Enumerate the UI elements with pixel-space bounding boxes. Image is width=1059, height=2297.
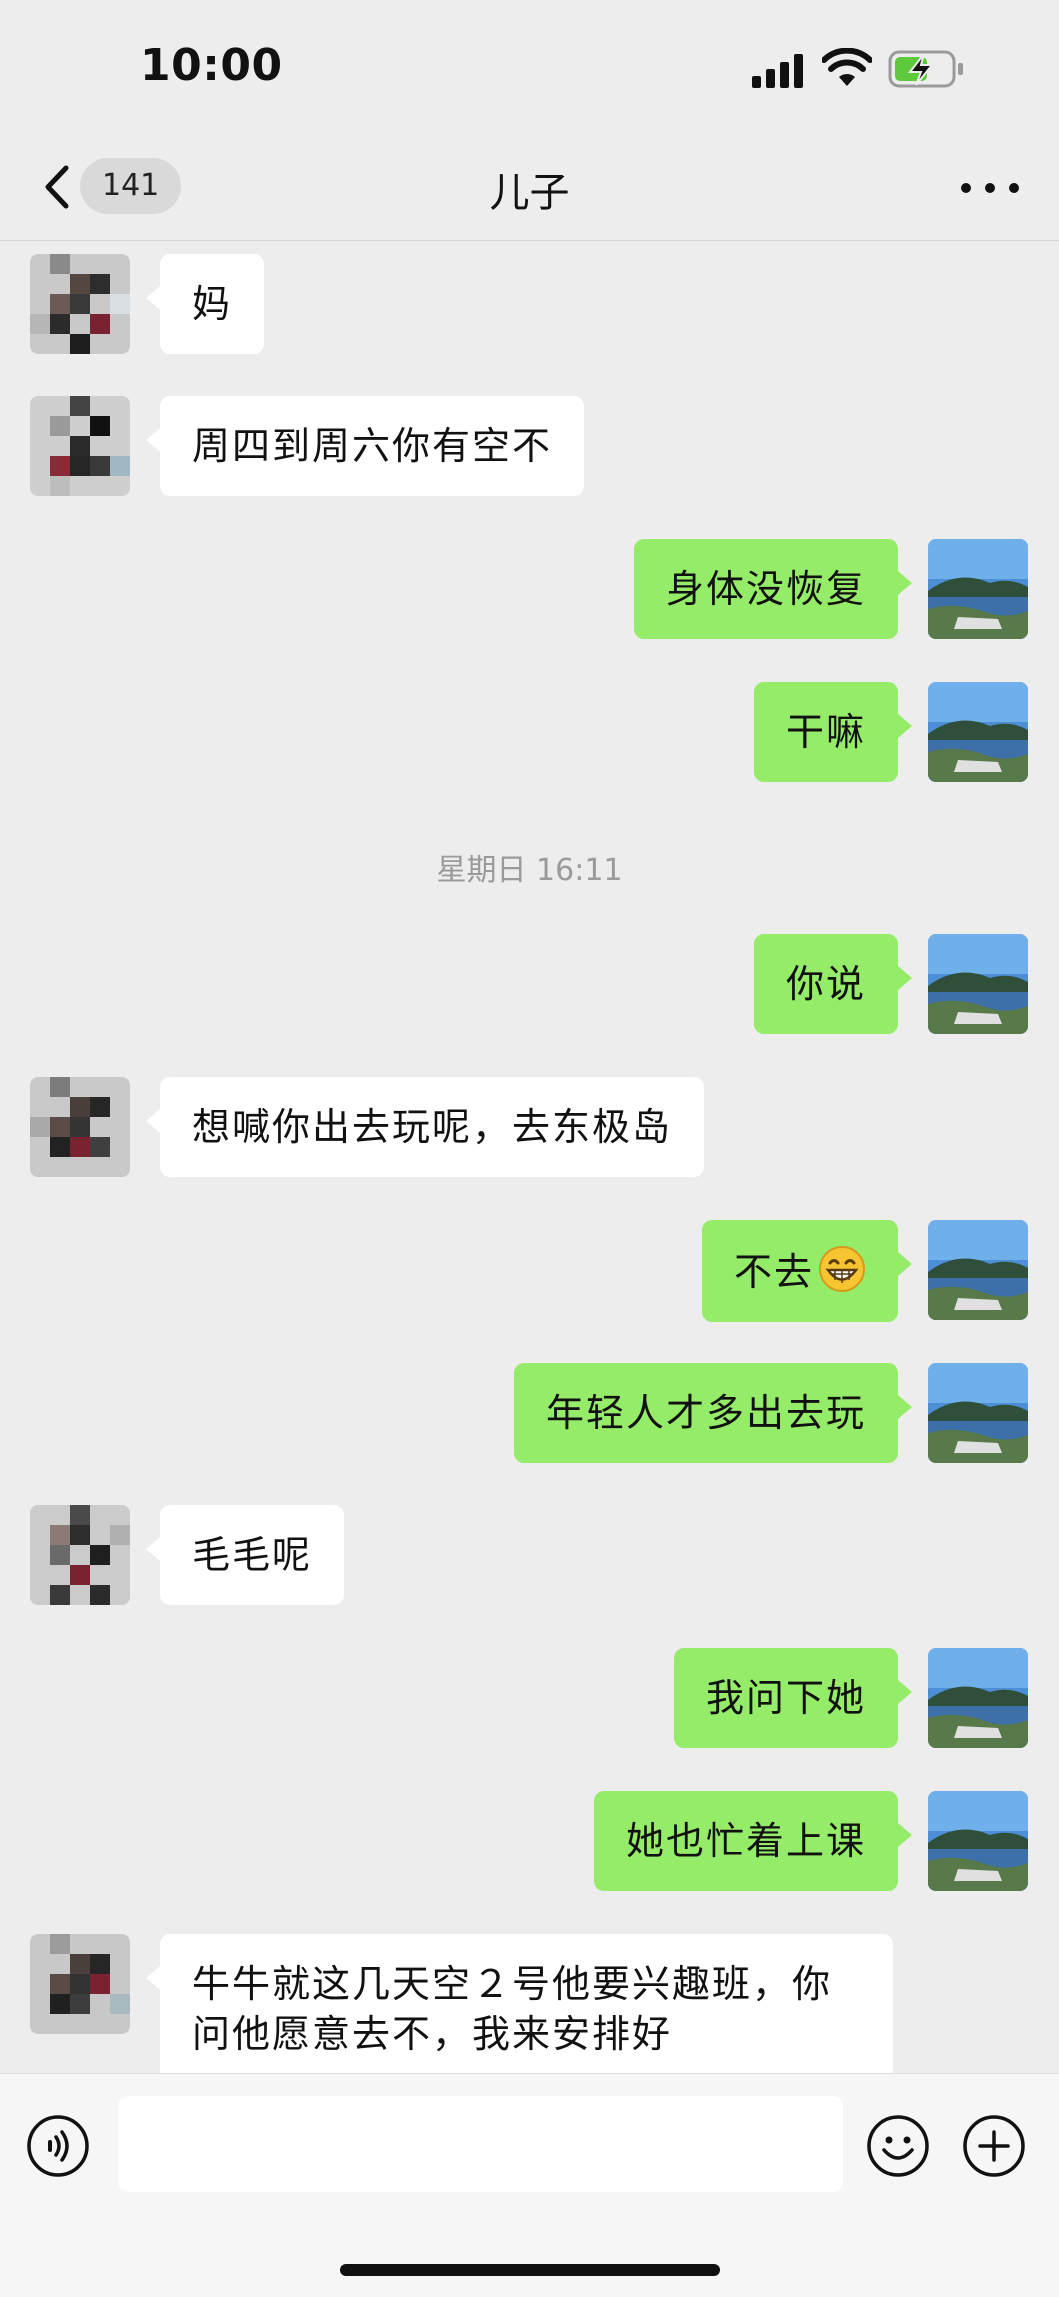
incoming-message-bubble[interactable]: 周四到周六你有空不: [145, 396, 585, 496]
contact-avatar[interactable]: [30, 254, 130, 354]
my-avatar[interactable]: [928, 539, 1028, 639]
outgoing-message-bubble[interactable]: 不去: [701, 1220, 913, 1322]
incoming-message-bubble[interactable]: 妈: [145, 254, 265, 354]
message-input-bar: [0, 2073, 1059, 2297]
status-bar: 10:00: [0, 0, 1059, 140]
home-indicator: [340, 2264, 720, 2276]
my-avatar[interactable]: [928, 1363, 1028, 1463]
outgoing-message-bubble[interactable]: 身体没恢复: [633, 539, 913, 639]
incoming-message-bubble[interactable]: 毛毛呢: [145, 1505, 345, 1605]
outgoing-message-bubble[interactable]: 我问下她: [673, 1648, 913, 1748]
message-text-input[interactable]: [118, 2096, 843, 2192]
contact-avatar[interactable]: [30, 396, 130, 496]
cellular-signal-icon: [752, 54, 803, 88]
grinning-face-emoji-icon: [819, 1246, 865, 1292]
chat-header: 141 儿子: [0, 140, 1059, 241]
more-options-icon[interactable]: [960, 182, 1020, 194]
add-more-icon[interactable]: [962, 2114, 1026, 2178]
timestamp: 星期日 16:11: [436, 853, 623, 888]
wifi-icon: [822, 48, 872, 86]
my-avatar[interactable]: [928, 934, 1028, 1034]
my-avatar[interactable]: [928, 1220, 1028, 1320]
battery-charging-icon: [888, 50, 963, 88]
message-text: 不去: [733, 1250, 814, 1294]
incoming-message-bubble[interactable]: 想喊你出去玩呢，去东极岛: [145, 1077, 705, 1177]
chat-title: 儿子: [489, 170, 570, 216]
voice-input-icon[interactable]: [26, 2114, 90, 2178]
emoji-picker-icon[interactable]: [866, 2114, 930, 2178]
contact-avatar[interactable]: [30, 1077, 130, 1177]
my-avatar[interactable]: [928, 682, 1028, 782]
contact-avatar[interactable]: [30, 1934, 130, 2034]
contact-avatar[interactable]: [30, 1505, 130, 1605]
incoming-message-bubble[interactable]: 牛牛就这几天空２号他要兴趣班，你 问他愿意去不，我来安排好: [146, 1934, 893, 2073]
outgoing-message-bubble[interactable]: 你说: [753, 934, 913, 1034]
my-avatar[interactable]: [928, 1791, 1028, 1891]
outgoing-message-bubble[interactable]: 年轻人才多出去玩: [513, 1363, 913, 1463]
status-time: 10:00: [140, 40, 283, 91]
message-list[interactable]: 妈 周四到周六你有空不 身体没恢复 干嘛 星期日 16:11 你说 想喊你出去玩…: [0, 241, 1059, 2073]
outgoing-message-bubble[interactable]: 她也忙着上课: [593, 1791, 913, 1891]
outgoing-message-bubble[interactable]: 干嘛: [753, 682, 913, 782]
my-avatar[interactable]: [928, 1648, 1028, 1748]
